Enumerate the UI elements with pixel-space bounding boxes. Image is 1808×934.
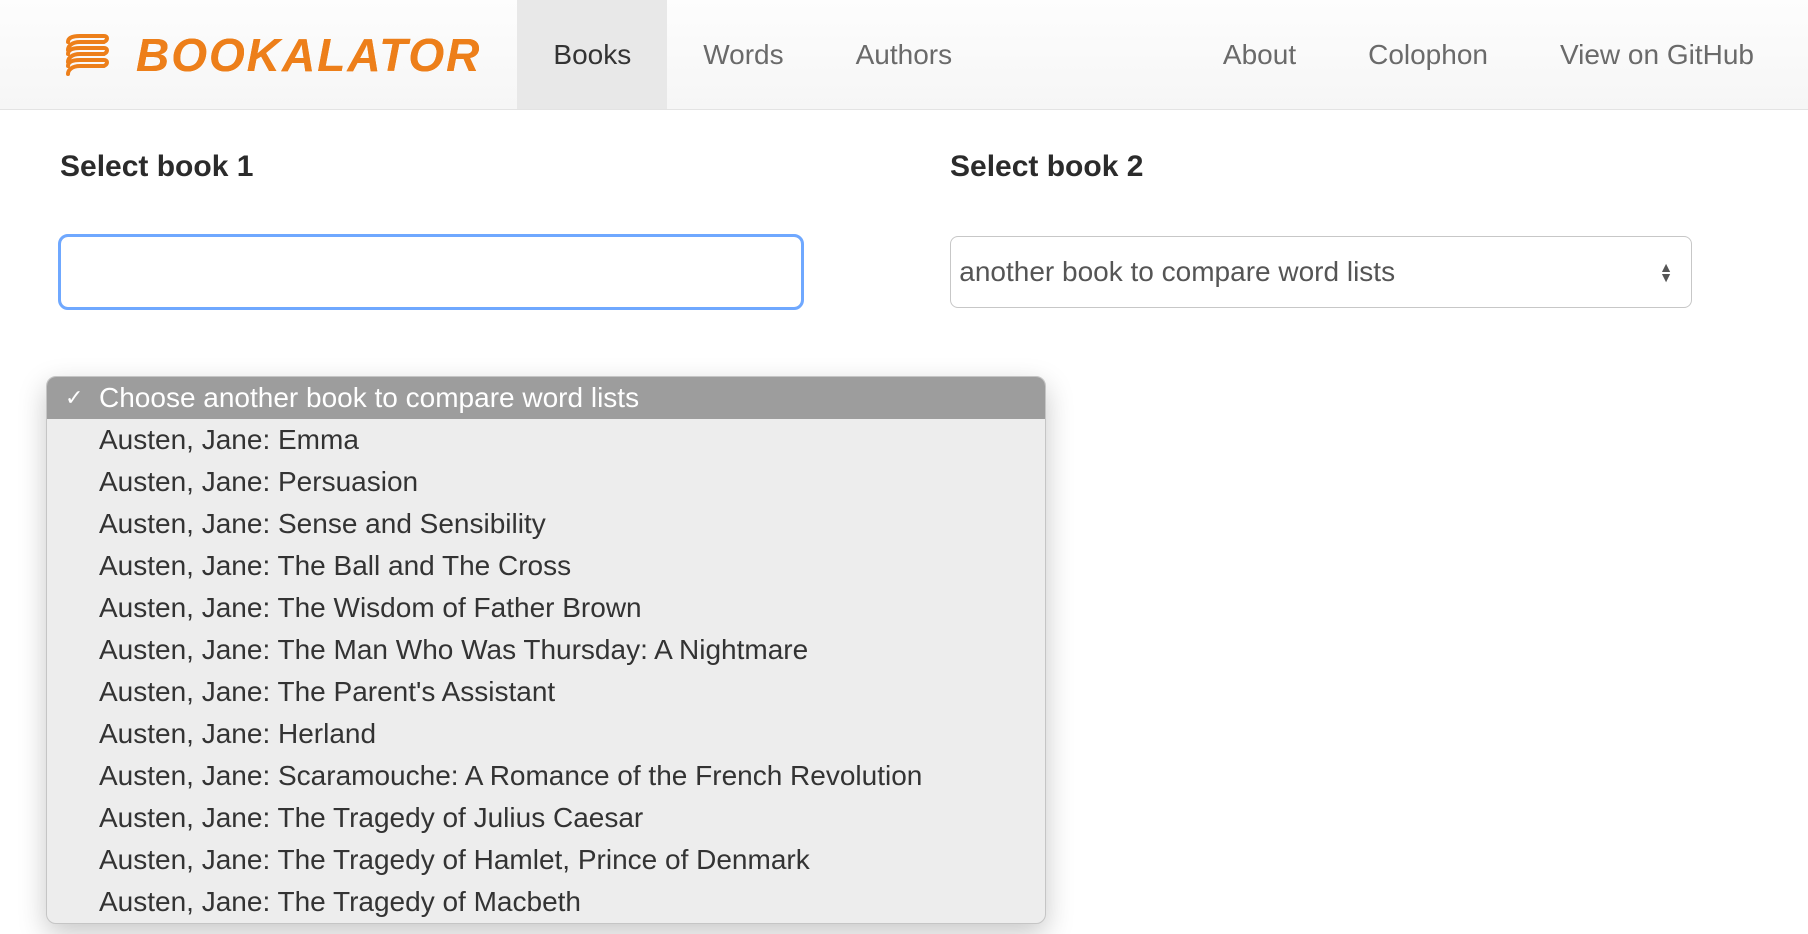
dropdown-option[interactable]: Austen, Jane: The Tragedy of Macbeth: [47, 881, 1045, 923]
option-label: Austen, Jane: The Tragedy of Julius Caes…: [99, 802, 643, 834]
option-label: Austen, Jane: The Tragedy of Hamlet, Pri…: [99, 844, 810, 876]
nav-authors[interactable]: Authors: [820, 0, 989, 109]
column-book-1: Select book 1 Choose another book to com…: [60, 150, 870, 308]
dropdown-option[interactable]: Austen, Jane: Herland: [47, 713, 1045, 755]
dropdown-option[interactable]: Austen, Jane: The Man Who Was Thursday: …: [47, 629, 1045, 671]
content: Select book 1 Choose another book to com…: [0, 110, 1808, 308]
column-book-2: Select book 2 Choose another book to com…: [950, 150, 1760, 308]
option-label: Austen, Jane: Persuasion: [99, 466, 418, 498]
navbar: Bookalator Books Words Authors About Col…: [0, 0, 1808, 110]
select-book-2-value: Choose another book to compare word list…: [950, 256, 1395, 288]
select-book-2-label: Select book 2: [950, 150, 1760, 184]
nav-label: Authors: [856, 39, 953, 71]
select-book-1-dropdown: Choose another book to compare word list…: [46, 376, 1046, 924]
dropdown-option[interactable]: Austen, Jane: Scaramouche: A Romance of …: [47, 755, 1045, 797]
option-label: Choose another book to compare word list…: [99, 382, 639, 414]
option-label: Austen, Jane: Herland: [99, 718, 376, 750]
option-label: Austen, Jane: Sense and Sensibility: [99, 508, 546, 540]
dropdown-option[interactable]: Austen, Jane: The Parent's Assistant: [47, 671, 1045, 713]
option-label: Austen, Jane: The Tragedy of Macbeth: [99, 886, 581, 918]
brand-name: Bookalator: [136, 28, 481, 82]
dropdown-option[interactable]: Choose another book to compare word list…: [47, 377, 1045, 419]
nav-label: About: [1223, 39, 1296, 71]
option-label: Austen, Jane: The Man Who Was Thursday: …: [99, 634, 808, 666]
option-label: Austen, Jane: Emma: [99, 424, 359, 456]
dropdown-option[interactable]: Austen, Jane: The Tragedy of Julius Caes…: [47, 797, 1045, 839]
dropdown-option[interactable]: Austen, Jane: The Wisdom of Father Brown: [47, 587, 1045, 629]
nav-words[interactable]: Words: [667, 0, 819, 109]
dropdown-option[interactable]: Austen, Jane: Emma: [47, 419, 1045, 461]
nav-about[interactable]: About: [1187, 0, 1332, 109]
nav-label: Books: [553, 39, 631, 71]
dropdown-option[interactable]: Austen, Jane: Sense and Sensibility: [47, 503, 1045, 545]
nav-label: View on GitHub: [1560, 39, 1754, 71]
option-label: Austen, Jane: The Ball and The Cross: [99, 550, 571, 582]
nav-github[interactable]: View on GitHub: [1524, 0, 1790, 109]
nav-colophon[interactable]: Colophon: [1332, 0, 1524, 109]
book-stack-icon: [60, 28, 114, 82]
dropdown-option[interactable]: Austen, Jane: The Ball and The Cross: [47, 545, 1045, 587]
brand[interactable]: Bookalator: [0, 0, 509, 109]
nav-books[interactable]: Books: [517, 0, 667, 109]
dropdown-option[interactable]: Austen, Jane: The Tragedy of Hamlet, Pri…: [47, 839, 1045, 881]
nav-primary: Books Words Authors: [517, 0, 988, 109]
chevron-updown-icon: ▲▼: [1659, 262, 1673, 282]
nav-secondary: About Colophon View on GitHub: [1187, 0, 1808, 109]
option-label: Austen, Jane: The Wisdom of Father Brown: [99, 592, 642, 624]
select-book-2[interactable]: Choose another book to compare word list…: [950, 236, 1692, 308]
option-label: Austen, Jane: Scaramouche: A Romance of …: [99, 760, 922, 792]
option-label: Austen, Jane: The Parent's Assistant: [99, 676, 555, 708]
dropdown-option[interactable]: Austen, Jane: Persuasion: [47, 461, 1045, 503]
nav-label: Colophon: [1368, 39, 1488, 71]
select-book-1-label: Select book 1: [60, 150, 870, 184]
nav-label: Words: [703, 39, 783, 71]
select-book-1[interactable]: Choose another book to compare word list…: [60, 236, 802, 308]
